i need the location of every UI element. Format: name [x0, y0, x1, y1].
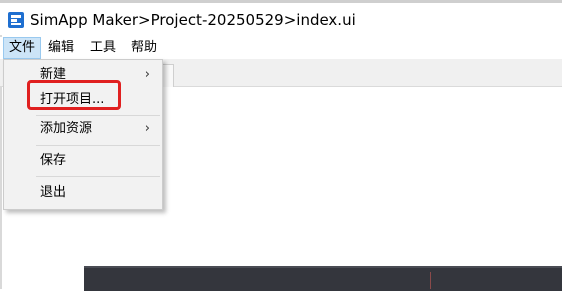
menu-item-label: 添加资源: [40, 121, 93, 136]
highlight-box: [27, 80, 121, 110]
menu-item-label: 退出: [40, 185, 67, 200]
file-menu-save[interactable]: 保存: [4, 149, 162, 173]
menu-help[interactable]: 帮助: [126, 37, 162, 59]
menu-tools[interactable]: 工具: [85, 37, 121, 59]
file-menu-add-resource[interactable]: 添加资源 ›: [4, 117, 162, 141]
chevron-right-icon: ›: [144, 121, 150, 136]
menu-separator: [36, 145, 160, 146]
menu-item-label: 保存: [40, 153, 67, 168]
canvas-panel[interactable]: [84, 266, 562, 291]
chevron-right-icon: ›: [144, 67, 150, 82]
menu-file[interactable]: 文件: [3, 37, 42, 59]
file-menu-exit[interactable]: 退出: [4, 181, 162, 205]
canvas-marker: [430, 272, 431, 289]
menu-separator: [36, 115, 160, 116]
title-bar: SimApp Maker>Project-20250529>index.ui: [0, 3, 562, 35]
menu-separator: [36, 176, 160, 177]
window-title: SimApp Maker>Project-20250529>index.ui: [30, 11, 356, 29]
menu-edit[interactable]: 编辑: [43, 37, 79, 59]
simapp-logo-icon: [8, 12, 24, 28]
menu-bar: 文件 编辑 工具 帮助: [0, 37, 562, 59]
